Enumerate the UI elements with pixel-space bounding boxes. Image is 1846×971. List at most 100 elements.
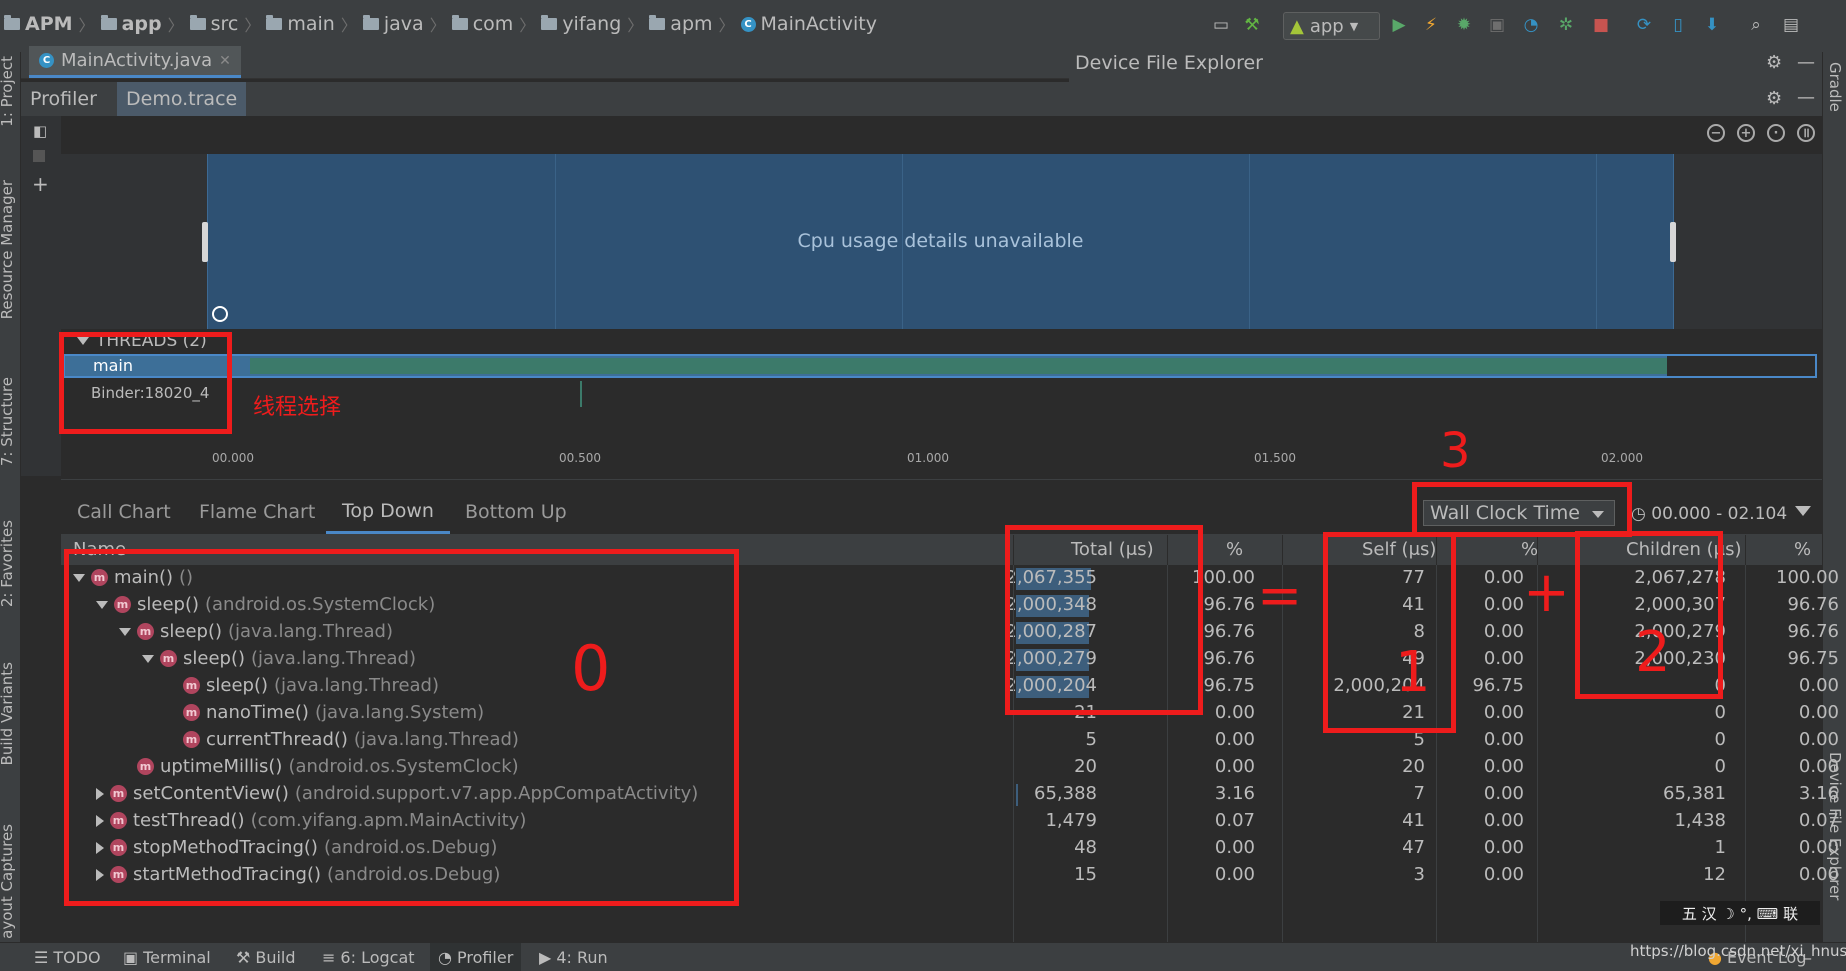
clock-icon: ◷ bbox=[1631, 504, 1646, 524]
profile-icon[interactable]: ◔ bbox=[1520, 14, 1542, 36]
run-tool-button[interactable]: ▶ 4: Run bbox=[539, 948, 608, 967]
cell-spct: 0.00 bbox=[1483, 567, 1524, 588]
cell-cpct: 0.00 bbox=[1798, 702, 1839, 723]
sdk-manager-icon[interactable]: ⬇ bbox=[1701, 14, 1723, 36]
breadcrumb-item[interactable]: main bbox=[266, 13, 335, 35]
tab-top-down[interactable]: Top Down bbox=[326, 490, 450, 534]
column-header-total-percent[interactable]: % bbox=[1226, 539, 1243, 560]
stop-session-icon[interactable] bbox=[33, 150, 45, 162]
search-icon[interactable]: ⌕ bbox=[1745, 14, 1767, 36]
logcat-tool-button[interactable]: ≡ 6: Logcat bbox=[322, 948, 415, 967]
annotation-label-0: 0 bbox=[571, 632, 611, 705]
cell-tpct: 0.00 bbox=[1214, 864, 1255, 885]
favorites-tool-tab[interactable]: 2: Favorites bbox=[0, 520, 16, 607]
column-header-self-percent[interactable]: % bbox=[1521, 539, 1538, 560]
sync-gradle-icon[interactable]: ⟳ bbox=[1633, 14, 1655, 36]
ime-toolbar: 五 汉 ☽ °, ⌨ 联 bbox=[1660, 901, 1820, 925]
range-handle-right[interactable] bbox=[1670, 222, 1676, 262]
minimize-icon[interactable]: — bbox=[1797, 52, 1815, 73]
column-divider bbox=[1745, 535, 1746, 565]
gear-icon[interactable]: ⚙ bbox=[1766, 52, 1782, 73]
cell-cpct: 96.75 bbox=[1787, 648, 1839, 669]
profiler-tool-button[interactable]: ◔ Profiler bbox=[430, 943, 522, 971]
tab-demo-trace[interactable]: Demo.trace bbox=[117, 82, 247, 116]
tab-bottom-up[interactable]: Bottom Up bbox=[449, 490, 583, 534]
build-tool-button[interactable]: ⚒ Build bbox=[236, 948, 296, 967]
breadcrumb-label: apm bbox=[670, 13, 713, 35]
todo-tool-button[interactable]: ☰ TODO bbox=[34, 948, 101, 967]
thread-row-main[interactable]: main bbox=[63, 354, 1817, 378]
tab-flame-chart[interactable]: Flame Chart bbox=[183, 490, 331, 534]
cell-children: 1 bbox=[1714, 837, 1726, 858]
folder-icon bbox=[649, 15, 666, 30]
breadcrumb-item[interactable]: yifang bbox=[541, 13, 621, 35]
profiler-icon: ◔ bbox=[438, 947, 452, 967]
cell-spct: 0.00 bbox=[1483, 864, 1524, 885]
cell-spct: 0.00 bbox=[1483, 837, 1524, 858]
apply-changes-icon[interactable]: ⚡ bbox=[1420, 14, 1442, 36]
build-hammer-icon[interactable]: ⚒ bbox=[1241, 14, 1263, 36]
cell-tpct: 0.00 bbox=[1214, 756, 1255, 777]
tick-label: 00.500 bbox=[559, 451, 601, 465]
collapse-sessions-icon[interactable]: ◧ bbox=[33, 122, 47, 140]
breadcrumb-label: com bbox=[472, 13, 514, 35]
layout-icon[interactable]: ▭ bbox=[1210, 14, 1232, 36]
cell-children: 65,381 bbox=[1663, 783, 1726, 804]
reset-zoom-icon[interactable]: · bbox=[1767, 124, 1785, 142]
structure-tool-tab[interactable]: 7: Structure bbox=[0, 377, 16, 466]
gradle-tool-tab[interactable]: Gradle bbox=[1826, 62, 1844, 112]
folder-icon bbox=[266, 15, 283, 30]
tab-call-chart[interactable]: Call Chart bbox=[61, 490, 187, 534]
tab-profiler[interactable]: Profiler bbox=[21, 82, 106, 116]
cell-self: 7 bbox=[1413, 783, 1425, 804]
cell-tpct: 96.76 bbox=[1203, 621, 1255, 642]
breadcrumb-item[interactable]: com bbox=[451, 13, 514, 35]
breadcrumb-item[interactable]: src bbox=[189, 13, 238, 35]
total-time-bar bbox=[1016, 784, 1018, 806]
breadcrumb-item[interactable]: app bbox=[100, 13, 162, 35]
column-header-children-percent[interactable]: % bbox=[1794, 539, 1811, 560]
cell-total: 1,479 bbox=[1045, 810, 1097, 831]
column-divider bbox=[1745, 565, 1746, 942]
breadcrumb-item[interactable]: java bbox=[362, 13, 424, 35]
stop-icon[interactable]: ■ bbox=[1590, 14, 1612, 36]
run-config-select[interactable]: ▲ app ▼ bbox=[1283, 12, 1380, 40]
attach-debugger-icon[interactable]: ✲ bbox=[1555, 14, 1577, 36]
cell-cpct: 0.00 bbox=[1798, 756, 1839, 777]
terminal-icon: ▣ bbox=[123, 948, 139, 967]
breadcrumb-item[interactable]: apm bbox=[649, 13, 713, 35]
range-handle-left[interactable] bbox=[202, 222, 208, 262]
cpu-usage-panel[interactable]: Cpu usage details unavailable bbox=[207, 154, 1674, 329]
coverage-icon[interactable]: ▣ bbox=[1486, 14, 1508, 36]
filter-icon[interactable] bbox=[1795, 506, 1811, 516]
build-variants-tool-tab[interactable]: Build Variants bbox=[0, 662, 16, 765]
cpu-unavailable-message: Cpu usage details unavailable bbox=[797, 230, 1084, 252]
zoom-out-icon[interactable]: − bbox=[1707, 124, 1725, 142]
zoom-in-icon[interactable]: + bbox=[1737, 124, 1755, 142]
project-tool-tab[interactable]: 1: Project bbox=[0, 56, 16, 127]
close-icon[interactable]: ✕ bbox=[219, 53, 231, 69]
annotation-label-3: 3 bbox=[1440, 423, 1471, 479]
pause-icon[interactable]: ॥ bbox=[1797, 124, 1815, 142]
breadcrumb-separator: 〉 bbox=[78, 16, 95, 35]
annotation-equals: = bbox=[1257, 564, 1303, 627]
resource-manager-tool-tab[interactable]: Resource Manager bbox=[0, 180, 16, 319]
breadcrumb-label: MainActivity bbox=[760, 13, 877, 35]
avd-manager-icon[interactable]: ▯ bbox=[1667, 14, 1689, 36]
run-icon: ▶ bbox=[539, 948, 552, 967]
gear-icon[interactable]: ⚙ bbox=[1766, 88, 1782, 109]
left-tool-strip: 1: Project Resource Manager 7: Structure… bbox=[0, 52, 21, 942]
debug-icon[interactable]: ✹ bbox=[1453, 14, 1475, 36]
project-structure-icon[interactable]: ▤ bbox=[1780, 14, 1802, 36]
terminal-tool-button[interactable]: ▣ Terminal bbox=[123, 948, 211, 967]
breadcrumb-item[interactable]: C MainActivity bbox=[740, 13, 877, 35]
editor-tab-mainactivity[interactable]: C MainActivity.java ✕ bbox=[29, 46, 241, 78]
cell-spct: 0.00 bbox=[1483, 729, 1524, 750]
run-icon[interactable]: ▶ bbox=[1388, 14, 1410, 36]
breadcrumb-item[interactable]: APM bbox=[4, 13, 73, 35]
layout-captures-tool-tab[interactable]: ayout Captures bbox=[0, 824, 16, 939]
profiler-label: Profiler bbox=[456, 947, 514, 967]
module-icon bbox=[100, 15, 117, 30]
minimize-icon[interactable]: — bbox=[1797, 87, 1815, 108]
add-session-icon[interactable]: + bbox=[32, 172, 49, 196]
